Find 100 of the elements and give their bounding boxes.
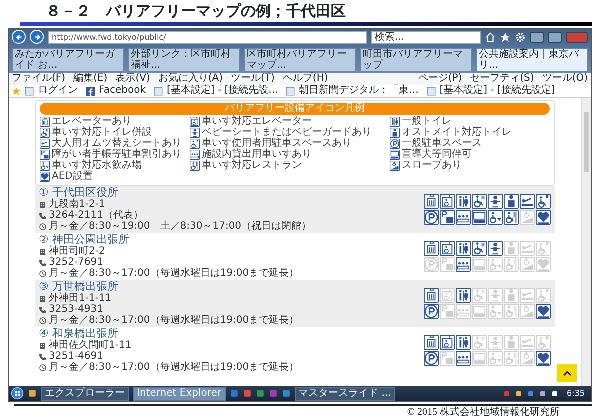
building-icon: [39, 294, 47, 302]
legend-label: 車いす使用者用駐車スペースあり: [202, 138, 352, 149]
forward-button[interactable]: [30, 30, 44, 44]
favorite-link[interactable]: [基本設定] - [接続先設定]: [440, 85, 556, 97]
command-menu[interactable]: ツール(O): [542, 73, 588, 85]
slope-icon: [390, 160, 400, 170]
clock-icon: [39, 270, 47, 278]
bed-icon: [40, 138, 50, 148]
facility-phone: 3253-4931: [49, 304, 104, 315]
minimize-button[interactable]: [530, 32, 544, 42]
facility-phone: 3264-2111（代表）: [49, 210, 144, 221]
browser-tab[interactable]: 公共施設案内｜東京バリ...: [476, 48, 588, 72]
back-arrow-icon: [14, 32, 24, 42]
browser-tab[interactable]: 外部リンク：区市町村福祉...: [128, 48, 240, 72]
legend-header: バリアフリー設備アイコン凡例: [40, 103, 550, 115]
clock-icon: [39, 316, 47, 324]
phone-icon: [39, 306, 47, 314]
wheelchair-icon: [190, 138, 200, 148]
clock-icon: [39, 364, 47, 372]
facility-hours: 月～金／8:30～17:00（毎週水曜日は19:00まで延長）: [49, 315, 300, 326]
seats-icon: [190, 150, 200, 160]
search-field[interactable]: 検索...: [371, 30, 481, 44]
menu-item[interactable]: ツール(T): [231, 73, 275, 85]
menu-item[interactable]: お気に入り(A): [158, 73, 223, 85]
screen-icon: [390, 150, 400, 160]
facility-address: 神田佐久間町1-11: [49, 340, 132, 351]
facility-hours: 月～金／8:30～19:00 土／8:30～17:00（祝日は閉館）: [49, 221, 312, 232]
copyright-text: © 2015 株式会社地域情報化研究所: [406, 407, 561, 419]
clock-text: 6:35: [567, 388, 585, 400]
menu-item[interactable]: 編集(E): [74, 73, 108, 85]
legend-label: 大人用オムツ替えシートあり: [52, 138, 182, 149]
favorite-link[interactable]: Facebook: [99, 85, 146, 97]
scrollbar[interactable]: [581, 98, 591, 386]
elevator-icon: [40, 116, 50, 126]
facility-phone: 3252-7691: [49, 257, 104, 268]
home-icon[interactable]: [485, 32, 496, 42]
building-icon: [39, 200, 47, 208]
facility-address: 神田司町2-2: [49, 246, 106, 257]
browser-tab[interactable]: 町田市バリアフリーマップ: [360, 48, 472, 72]
legend-label: 車いす対応エレベーター: [202, 116, 312, 127]
command-menu[interactable]: セーフティ(S): [470, 73, 534, 85]
maximize-button[interactable]: [548, 32, 562, 42]
legend-label: スロープあり: [402, 160, 462, 171]
taskbar-button[interactable]: マスタースライド ...: [294, 386, 396, 400]
favorites-star-icon[interactable]: [12, 86, 21, 96]
facility-name[interactable]: ④ 和泉橋出張所: [39, 328, 300, 340]
wheelchair-icon: [190, 160, 200, 170]
heart-icon: [40, 172, 50, 182]
star-icon[interactable]: [500, 32, 511, 42]
person-icon: [390, 128, 400, 138]
facility-address: 九段南1-2-1: [49, 199, 106, 210]
legend-label: 盲導犬等同伴可: [402, 149, 472, 160]
facility-address: 外神田1-1-11: [49, 293, 112, 304]
legend-label: 車いす対応水飲み場: [52, 160, 142, 171]
browser-tab[interactable]: みたかバリアフリーガイド お...: [12, 48, 124, 72]
wheelchair-elevator-icon: [190, 116, 200, 126]
legend-label: ベビーシートまたはベビーガードあり: [202, 127, 372, 138]
browser-tab[interactable]: 区市町村バリアフリーマップ...: [244, 48, 356, 72]
facility-name[interactable]: ① 千代田区役所: [39, 187, 312, 199]
facility-phone: 3251-4691: [49, 351, 104, 362]
legend-label: 一般駐車スペース: [402, 138, 482, 149]
legend-label: 車いす対応レストラン: [202, 160, 302, 171]
favorite-link[interactable]: 朝日新聞デジタル：「東...: [299, 85, 419, 97]
page-icon: [426, 86, 436, 96]
favorite-link[interactable]: [基本設定] - [接続先設...: [167, 85, 278, 97]
phone-icon: [39, 212, 47, 220]
slide-title: ８－２ バリアフリーマップの例；千代田区: [45, 1, 347, 20]
start-button[interactable]: [11, 387, 24, 400]
building-icon: [39, 248, 47, 256]
facility-name[interactable]: ② 神田公園出張所: [39, 234, 300, 246]
legend-label: オストメイト対応トイレ: [402, 127, 512, 138]
settings-icon[interactable]: [515, 32, 526, 42]
wheelchair-icon: [40, 128, 50, 138]
wheelchair-icon: [40, 160, 50, 170]
parking-icon: [390, 138, 400, 148]
address-bar[interactable]: http://www.fwd.tokyo/public/: [48, 30, 367, 44]
app-icon[interactable]: [28, 389, 37, 398]
page-icon: [25, 86, 34, 96]
baby-icon: [190, 128, 200, 138]
forward-arrow-icon: [32, 32, 42, 42]
menu-item[interactable]: ファイル(F): [12, 73, 66, 85]
taskbar-button[interactable]: エクスプローラー: [41, 386, 129, 400]
legend-label: エレベーターあり: [52, 116, 132, 127]
phone-icon: [39, 258, 47, 266]
clock-icon: [39, 222, 47, 230]
menu-item[interactable]: ヘルプ(H): [282, 73, 328, 85]
page-icon: [154, 86, 163, 96]
facility-hours: 月～金／8:30～17:00（毎週水曜日は19:00まで延長）: [49, 268, 300, 279]
parking-discount-icon: [40, 150, 50, 160]
scrollbar-thumb[interactable]: [584, 112, 589, 172]
back-button[interactable]: [12, 30, 26, 44]
menu-item[interactable]: 表示(V): [116, 73, 150, 85]
legend-label: AED設置: [52, 171, 93, 182]
favorite-link[interactable]: ログイン: [38, 85, 78, 97]
back-to-top-button[interactable]: [557, 364, 577, 382]
restroom-icon: [390, 116, 400, 126]
facility-name[interactable]: ③ 万世橋出張所: [39, 281, 300, 293]
legend-label: 障がい者手帳等駐車割引あり: [52, 149, 182, 160]
legend-label: 施設内貸出用車いすあり: [202, 149, 312, 160]
command-menu[interactable]: ページ(P): [418, 73, 462, 85]
